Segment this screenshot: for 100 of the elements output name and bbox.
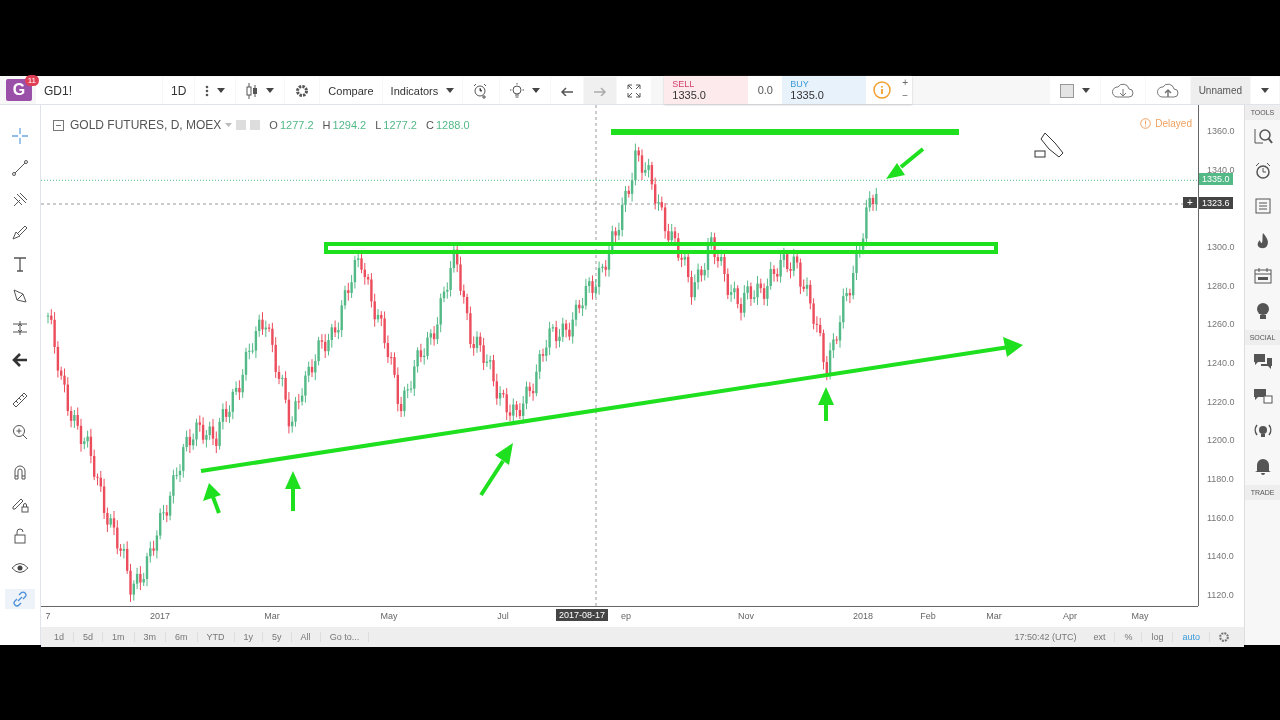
up-arrow [479, 443, 513, 497]
buy-label: BUY [790, 79, 809, 89]
time-label: May [1131, 611, 1149, 621]
up-arrow [285, 471, 301, 511]
load-button[interactable] [1100, 77, 1145, 104]
save-button[interactable] [1145, 77, 1190, 104]
sell-label: SELL [672, 79, 695, 89]
price-label: 1120.0 [1207, 589, 1234, 600]
link-tool-button[interactable] [5, 589, 35, 609]
range-button[interactable]: 5d [74, 632, 104, 642]
ruler-icon [11, 391, 29, 409]
range-button[interactable]: YTD [197, 632, 235, 642]
chart-search-icon [1252, 127, 1273, 145]
crosshair-date-tag: 2017-08-17 [556, 609, 609, 621]
scale-option-button[interactable]: % [1115, 632, 1143, 642]
last-price-tag: 1335.0 [1199, 173, 1233, 186]
fork-icon [11, 191, 29, 209]
price-label: 1300.0 [1207, 241, 1235, 252]
sell-price: 1335.0 [672, 89, 706, 101]
range-button[interactable]: 6m [166, 632, 198, 642]
status-text: Delayed [1155, 118, 1192, 129]
square-icon [1059, 83, 1074, 98]
fullscreen-icon [627, 83, 642, 98]
buy-price: 1335.0 [790, 89, 824, 101]
time-label: Mar [986, 611, 1002, 621]
time-label: Jul [497, 611, 509, 621]
crosshair-price-tag: 1323.6 [1199, 197, 1233, 209]
chat-image-icon [1252, 387, 1273, 405]
layout-button[interactable] [1049, 77, 1100, 104]
price-label: 1200.0 [1207, 435, 1235, 446]
chat-icon [1252, 352, 1273, 370]
sell-button[interactable]: SELL 1335.0 [664, 76, 749, 104]
time-label: Feb [920, 611, 936, 621]
compare-button[interactable]: Compare [320, 77, 382, 104]
layout-menu-button[interactable] [1251, 77, 1279, 104]
indicators-button[interactable]: Indicators [382, 77, 463, 104]
lock-icon [11, 527, 29, 545]
range-button[interactable]: 1d [45, 632, 74, 642]
range-button[interactable]: All [291, 632, 321, 642]
range-button[interactable]: 1m [103, 632, 135, 642]
settings-icon [295, 83, 310, 98]
crosshair-icon [11, 127, 29, 145]
theme-button[interactable] [500, 77, 551, 104]
add-level-button[interactable]: + [1183, 197, 1197, 208]
settings-button[interactable] [285, 77, 320, 104]
price-label: 1140.0 [1207, 551, 1234, 562]
alert-button[interactable] [463, 77, 500, 104]
up-arrow [203, 483, 221, 514]
down-arrow [886, 147, 925, 179]
cloud-upload-icon [1155, 82, 1180, 99]
scale-option-button[interactable]: log [1142, 632, 1174, 642]
range-button[interactable]: 1y [234, 632, 264, 642]
range-button[interactable]: 3m [134, 632, 167, 642]
layout-name-button[interactable]: Unnamed [1190, 77, 1250, 104]
text-icon [11, 255, 29, 273]
fullscreen-button[interactable] [617, 77, 652, 104]
ohlc-value: L 1277.2 [375, 119, 417, 131]
price-label: 1180.0 [1207, 473, 1234, 484]
calendar-icon [1252, 267, 1273, 285]
pattern-icon [11, 287, 29, 305]
symbol-title: GOLD FUTURES, D, MOEX [70, 118, 222, 132]
time-label: 2017 [150, 611, 170, 621]
more-icon [205, 84, 210, 97]
time-label: Mar [264, 611, 280, 621]
settings-icon[interactable] [1218, 631, 1230, 643]
caret-icon [217, 88, 226, 93]
time-label: May [380, 611, 398, 621]
time-label: Nov [738, 611, 754, 621]
up-arrow [818, 387, 834, 421]
price-label: 1160.0 [1207, 512, 1234, 523]
clock-text: 17:50:42 (UTC) [1014, 632, 1077, 642]
increase-button[interactable]: + [898, 76, 913, 89]
scale-option-button[interactable]: auto [1173, 632, 1210, 642]
buy-button[interactable]: BUY 1335.0 [782, 76, 867, 104]
redo-icon [594, 85, 607, 96]
alert-icon [1140, 118, 1152, 129]
range-button[interactable]: 5y [263, 632, 292, 642]
price-label: 1360.0 [1207, 126, 1235, 136]
arrow-left-icon [11, 351, 29, 369]
magnet-icon [11, 463, 29, 481]
scale-option-button[interactable]: ext [1084, 632, 1116, 642]
caret-icon [446, 88, 455, 93]
price-label: 1220.0 [1207, 396, 1235, 407]
more-menu-button[interactable] [195, 77, 236, 104]
brush-icon [11, 223, 29, 241]
undo-button[interactable] [551, 77, 584, 104]
chart-style-button[interactable] [236, 77, 285, 104]
cloud-download-icon [1110, 82, 1135, 99]
candle-icon [246, 82, 259, 99]
link-icon [12, 591, 28, 607]
collapse-icon[interactable] [53, 119, 64, 131]
interval-button[interactable]: 1D [163, 77, 195, 104]
caret-icon [1261, 88, 1269, 93]
symbol-field[interactable]: GD1! [36, 77, 162, 104]
time-label: ep [621, 611, 631, 621]
eraser-cursor-icon [1034, 132, 1064, 158]
time-label: Apr [1063, 611, 1077, 621]
list-icon [1252, 197, 1273, 215]
range-button[interactable]: Go to... [320, 632, 370, 642]
price-label: 1240.0 [1207, 357, 1235, 368]
